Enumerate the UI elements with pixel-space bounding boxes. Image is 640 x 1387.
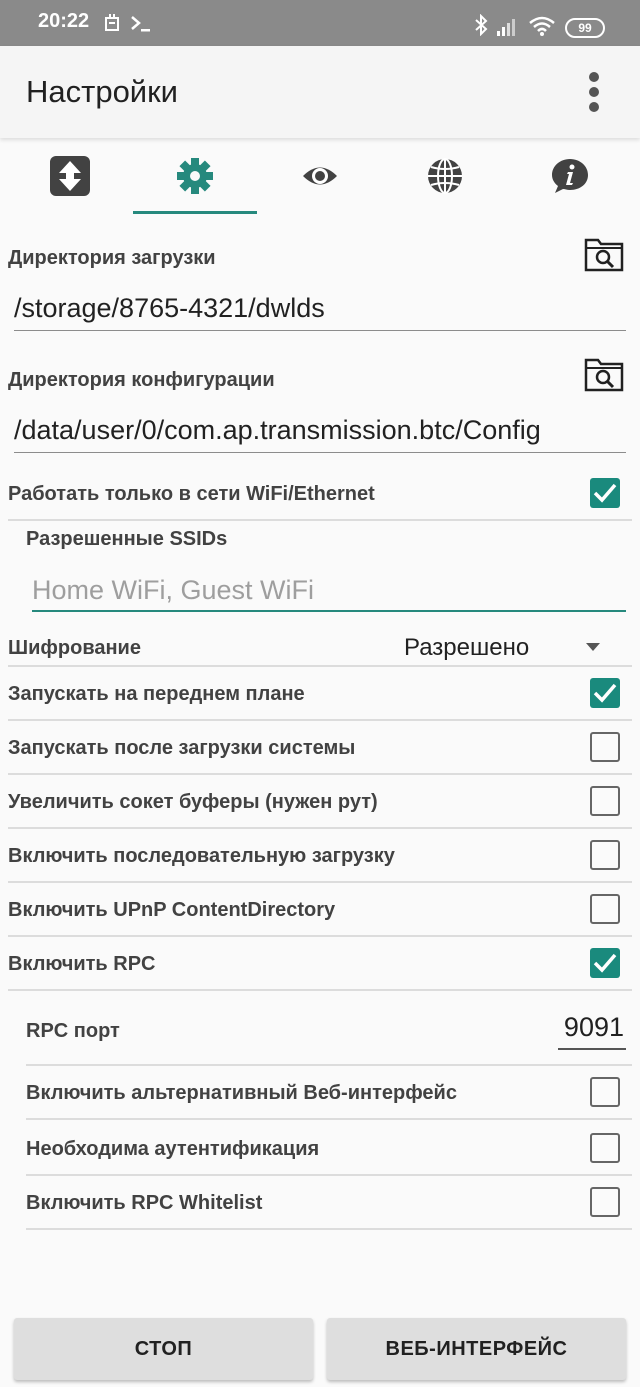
tab-view[interactable]	[258, 140, 382, 218]
tab-info[interactable]	[508, 140, 632, 218]
battery-icon: 99	[565, 18, 605, 38]
divider	[26, 1228, 632, 1230]
encryption-label: Шифрование	[8, 637, 141, 659]
config-dir-value[interactable]: /data/user/0/com.ap.transmission.btc/Con…	[14, 415, 541, 446]
config-dir-label: Директория конфигурации	[8, 369, 275, 391]
tab-network[interactable]	[383, 140, 507, 218]
status-time: 20:22	[38, 10, 90, 32]
page-title: Настройки	[26, 74, 179, 109]
encryption-value: Разрешено	[404, 634, 530, 661]
boot-start-checkbox[interactable]	[590, 732, 620, 762]
wifi-only-checkbox[interactable]	[590, 478, 620, 508]
alt-web-checkbox[interactable]	[590, 1077, 620, 1107]
encryption-dropdown[interactable]: Разрешено	[404, 632, 614, 664]
download-dir-underline	[14, 330, 626, 331]
rpc-whitelist-label: Включить RPC Whitelist	[26, 1192, 263, 1214]
divider	[8, 881, 632, 883]
tab-transfers[interactable]	[8, 140, 132, 218]
divider	[8, 989, 632, 991]
signal-icon	[496, 16, 520, 42]
divider	[8, 827, 632, 829]
status-bar: 20:22 99	[0, 0, 640, 46]
boot-start-label: Запускать после загрузки системы	[8, 737, 356, 759]
allowed-ssids-input[interactable]	[32, 570, 626, 612]
foreground-checkbox[interactable]	[590, 678, 620, 708]
download-dir-label: Директория загрузки	[8, 247, 216, 269]
foreground-label: Запускать на переднем плане	[8, 683, 305, 705]
sequential-checkbox[interactable]	[590, 840, 620, 870]
upnp-label: Включить UPnP ContentDirectory	[8, 899, 336, 921]
auth-label: Необходима аутентификация	[26, 1138, 320, 1160]
app-bar: Настройки	[0, 46, 640, 138]
divider	[8, 773, 632, 775]
alt-web-label: Включить альтернативный Веб-интерфейс	[26, 1082, 457, 1104]
rpc-port-label: RPC порт	[26, 1020, 120, 1042]
folder-search-icon[interactable]	[584, 356, 624, 392]
divider	[8, 935, 632, 937]
socket-buffers-label: Увеличить сокет буферы (нужен рут)	[8, 791, 378, 813]
tab-bar	[0, 140, 640, 218]
notification-icon	[104, 14, 120, 38]
terminal-icon	[130, 13, 152, 39]
dropdown-arrow-icon	[586, 643, 600, 651]
globe-icon	[428, 158, 462, 194]
rpc-label: Включить RPC	[8, 953, 156, 975]
allowed-ssids-label: Разрешенные SSIDs	[26, 528, 228, 550]
config-dir-underline	[14, 452, 626, 453]
divider	[8, 665, 632, 667]
upnp-checkbox[interactable]	[590, 894, 620, 924]
info-icon	[552, 159, 588, 193]
divider	[8, 519, 632, 521]
tab-settings[interactable]	[133, 140, 257, 218]
rpc-port-field[interactable]: 9091	[558, 1012, 626, 1050]
web-ui-button[interactable]: ВЕБ-ИНТЕРФЕЙС	[327, 1318, 626, 1380]
overflow-menu-icon[interactable]	[584, 72, 604, 112]
wifi-icon	[528, 16, 556, 42]
folder-search-icon[interactable]	[584, 236, 624, 272]
divider	[26, 1174, 632, 1176]
rpc-whitelist-checkbox[interactable]	[590, 1187, 620, 1217]
socket-buffers-checkbox[interactable]	[590, 786, 620, 816]
stop-button[interactable]: СТОП	[14, 1318, 313, 1380]
divider	[8, 719, 632, 721]
divider	[26, 1064, 632, 1066]
transfer-icon	[50, 156, 90, 196]
download-dir-value[interactable]: /storage/8765-4321/dwlds	[14, 293, 325, 324]
auth-checkbox[interactable]	[590, 1133, 620, 1163]
wifi-only-label: Работать только в сети WiFi/Ethernet	[8, 483, 375, 505]
eye-icon	[303, 167, 337, 185]
rpc-checkbox[interactable]	[590, 948, 620, 978]
rpc-port-value: 9091	[563, 1012, 624, 1042]
bluetooth-icon	[474, 13, 488, 42]
gear-icon	[177, 158, 213, 194]
divider	[26, 1118, 632, 1120]
sequential-label: Включить последовательную загрузку	[8, 845, 395, 867]
